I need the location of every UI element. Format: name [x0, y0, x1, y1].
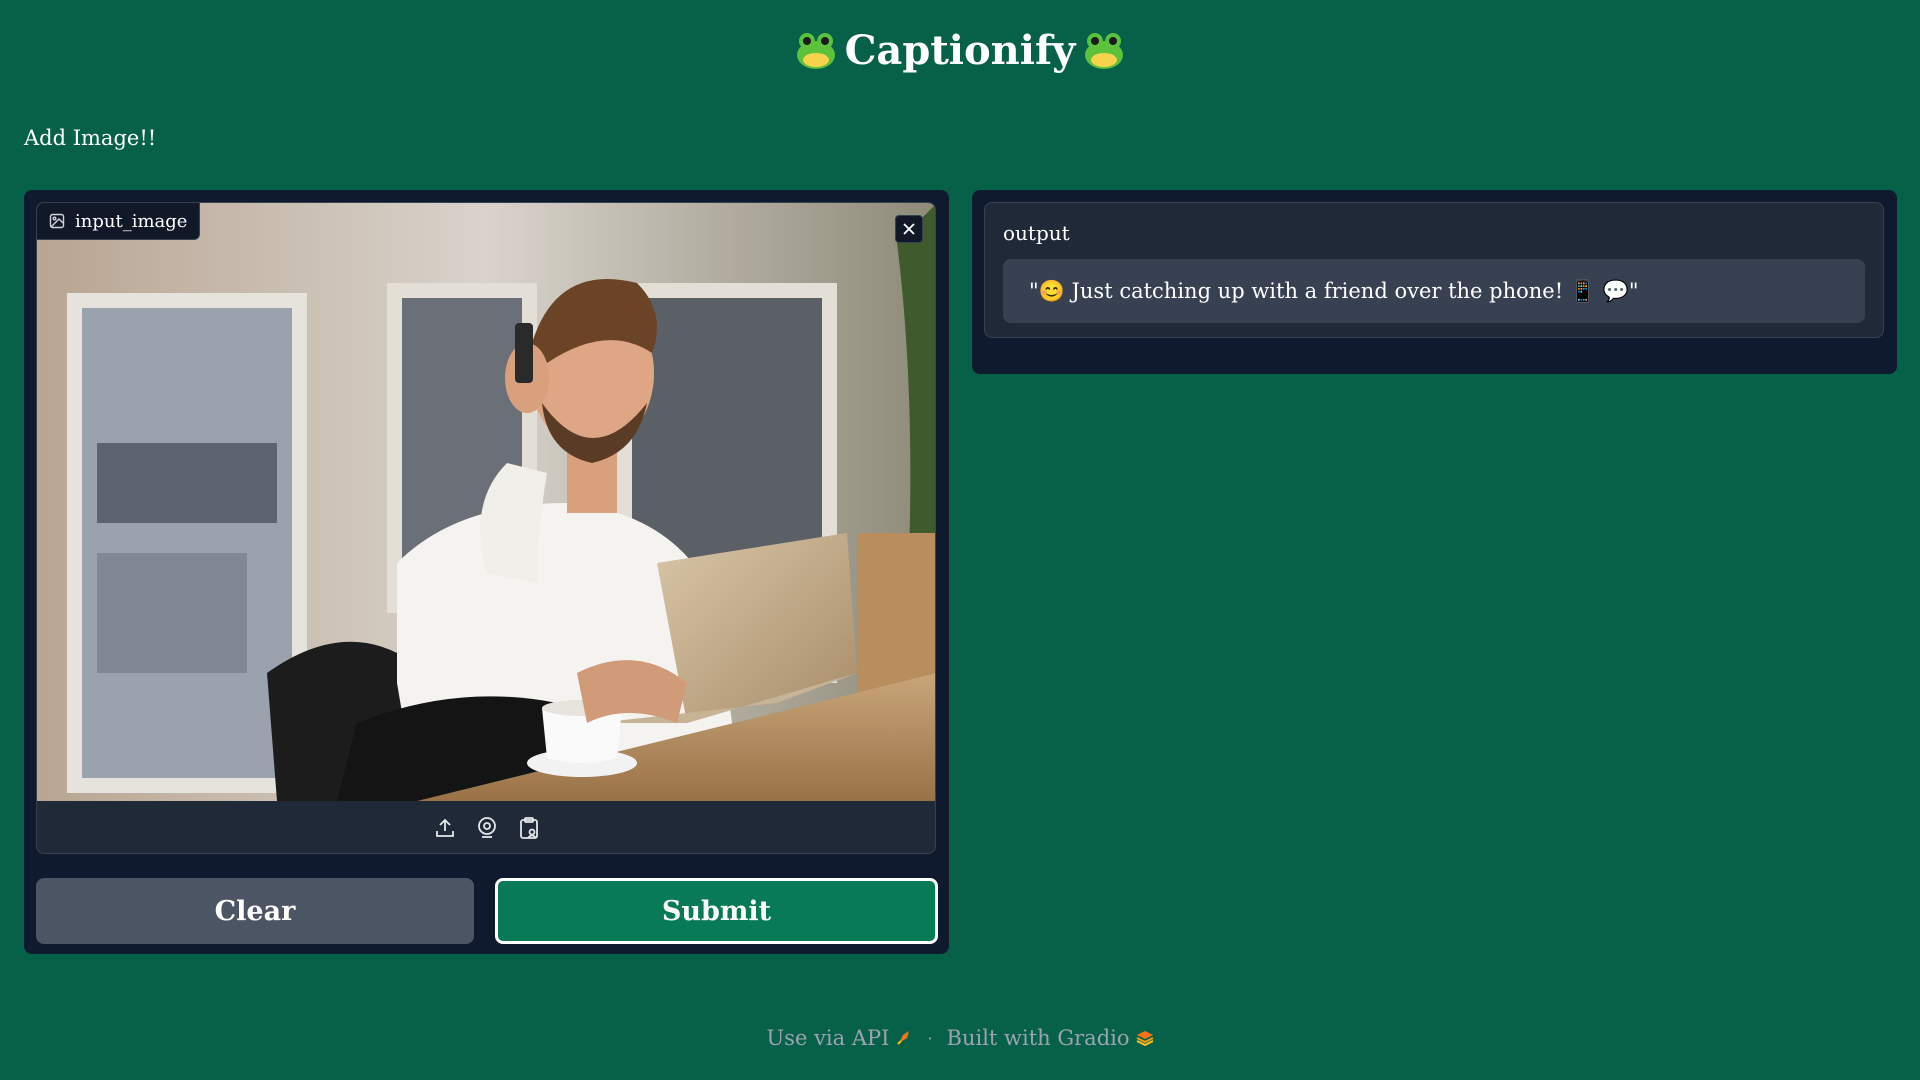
- footer: Use via API · Built with Gradio: [0, 1026, 1920, 1050]
- clear-image-button[interactable]: [895, 215, 923, 243]
- output-panel: output "😊 Just catching up with a friend…: [972, 190, 1897, 374]
- use-via-api-link[interactable]: Use via API: [766, 1026, 913, 1050]
- clipboard-icon[interactable]: [517, 816, 541, 840]
- close-icon: [902, 222, 916, 236]
- output-textbox[interactable]: "😊 Just catching up with a friend over t…: [1003, 259, 1865, 323]
- gradio-logo-icon: [1136, 1029, 1154, 1047]
- webcam-icon[interactable]: [475, 816, 499, 840]
- frog-face-icon: [795, 29, 837, 71]
- image-icon: [49, 213, 65, 229]
- footer-separator: ·: [927, 1028, 933, 1048]
- output-block: output "😊 Just catching up with a friend…: [984, 202, 1884, 338]
- image-input-label: input_image: [37, 203, 201, 240]
- image-input-block[interactable]: input_image: [36, 202, 936, 854]
- use-via-api-text: Use via API: [766, 1026, 890, 1050]
- rocket-icon: [895, 1029, 913, 1047]
- built-with-gradio-text: Built with Gradio: [946, 1026, 1130, 1050]
- page-title: Captionify: [844, 26, 1076, 74]
- output-text: "😊 Just catching up with a friend over t…: [1029, 278, 1639, 303]
- built-with-gradio-link[interactable]: Built with Gradio: [947, 1026, 1154, 1050]
- upload-icon[interactable]: [433, 816, 457, 840]
- description-text: Add Image!!: [24, 126, 157, 150]
- output-label: output: [1003, 221, 1070, 245]
- app-title-bar: Captionify: [0, 20, 1920, 80]
- image-input-label-text: input_image: [75, 210, 188, 232]
- input-panel: input_image Clear Submit: [24, 190, 949, 954]
- frog-face-icon: [1083, 29, 1125, 71]
- submit-button[interactable]: Submit: [495, 878, 938, 944]
- image-source-toolbar: [37, 801, 935, 853]
- clear-button[interactable]: Clear: [36, 878, 474, 944]
- uploaded-photo: [37, 203, 935, 801]
